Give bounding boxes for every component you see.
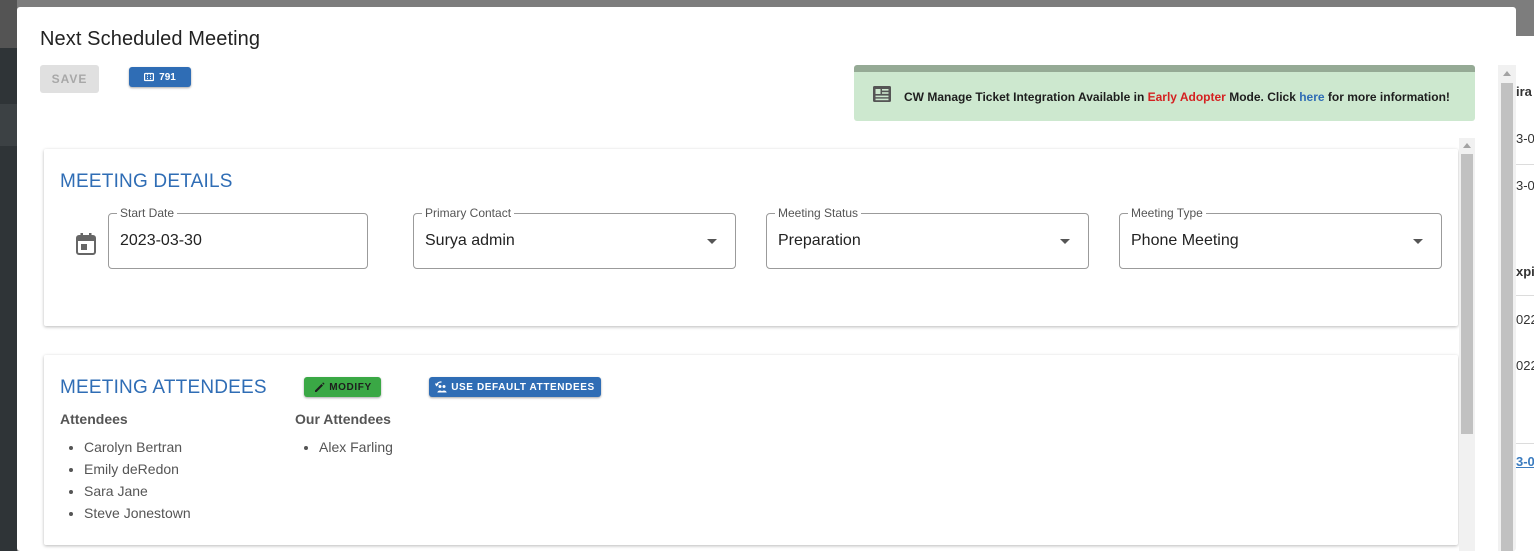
meeting-type-value: Phone Meeting	[1131, 232, 1239, 249]
scrollbar-thumb[interactable]	[1461, 154, 1473, 434]
background-band	[0, 104, 17, 146]
attendees-header: Attendees	[60, 411, 128, 427]
background-link-fragment[interactable]: 3-0	[1516, 454, 1534, 469]
modal-scrollbar[interactable]	[1498, 65, 1516, 551]
banner-text: for more information!	[1324, 90, 1450, 104]
save-button[interactable]: SAVE	[40, 65, 99, 93]
start-date-field[interactable]: Start Date 2023-03-30	[108, 206, 368, 269]
meeting-attendees-title: MEETING ATTENDEES	[60, 377, 267, 398]
primary-contact-select[interactable]: Primary Contact Surya admin	[413, 206, 736, 269]
meeting-modal: Next Scheduled Meeting SAVE 791 CW Manag…	[17, 7, 1516, 551]
start-date-label: Start Date	[117, 206, 178, 220]
meeting-attendees-card: MEETING ATTENDEES MODIFY USE DEFAULT ATT…	[44, 355, 1458, 545]
newspaper-icon	[873, 86, 891, 102]
our-attendees-list: Alex Farling	[295, 436, 393, 458]
chevron-down-icon[interactable]	[1413, 239, 1423, 244]
attendee-item: Emily deRedon	[84, 458, 191, 480]
scroll-up-arrow-icon[interactable]	[1463, 143, 1471, 148]
background-header-fragment: ira	[1516, 84, 1532, 99]
background-row-divider	[1514, 164, 1534, 165]
ticket-button[interactable]: 791	[129, 67, 191, 87]
primary-contact-value: Surya admin	[425, 232, 515, 249]
background-left-panel	[0, 0, 17, 551]
banner-text: Mode. Click	[1225, 90, 1300, 104]
early-adopter-label: Early Adopter	[1147, 90, 1226, 104]
banner-message: CW Manage Ticket Integration Available i…	[904, 90, 1450, 104]
background-band	[0, 0, 17, 48]
background-cell-fragment: 3-0	[1516, 178, 1534, 193]
ticket-count: 791	[159, 71, 176, 83]
pencil-icon	[315, 381, 325, 392]
background-cell-fragment: 022	[1516, 358, 1534, 373]
integration-banner: CW Manage Ticket Integration Available i…	[854, 65, 1475, 121]
meeting-status-value: Preparation	[778, 232, 861, 249]
meeting-status-select[interactable]: Meeting Status Preparation	[766, 206, 1089, 269]
use-default-attendees-button[interactable]: USE DEFAULT ATTENDEES	[429, 377, 601, 397]
banner-text: CW Manage Ticket Integration Available i…	[904, 90, 1148, 104]
background-topbar	[1514, 0, 1534, 36]
chevron-down-icon[interactable]	[1060, 239, 1070, 244]
attendees-list: Carolyn Bertran Emily deRedon Sara Jane …	[60, 436, 191, 524]
meeting-status-label: Meeting Status	[775, 206, 862, 220]
our-attendee-item: Alex Farling	[319, 436, 393, 458]
modal-title: Next Scheduled Meeting	[40, 28, 261, 50]
chevron-down-icon[interactable]	[707, 239, 717, 244]
modify-attendees-button[interactable]: MODIFY	[304, 377, 381, 397]
start-date-value: 2023-03-30	[120, 232, 202, 249]
more-info-link[interactable]: here	[1299, 90, 1324, 104]
meeting-details-card: MEETING DETAILS Start Date 2023-03-30 Pr…	[44, 149, 1458, 326]
background-cell-fragment: 022	[1516, 312, 1534, 327]
scrollbar-thumb[interactable]	[1501, 83, 1513, 551]
background-cell-fragment: 3-0	[1516, 131, 1534, 146]
meeting-type-label: Meeting Type	[1128, 206, 1206, 220]
meeting-details-title: MEETING DETAILS	[60, 171, 233, 192]
background-row-divider	[1514, 443, 1534, 444]
scroll-up-arrow-icon[interactable]	[1503, 71, 1511, 76]
content-scrollbar[interactable]	[1459, 138, 1475, 551]
attendee-item: Sara Jane	[84, 480, 191, 502]
modify-label: MODIFY	[329, 381, 372, 393]
background-row-divider	[1514, 295, 1534, 296]
meeting-type-select[interactable]: Meeting Type Phone Meeting	[1119, 206, 1442, 269]
attendee-item: Carolyn Bertran	[84, 436, 191, 458]
our-attendees-header: Our Attendees	[295, 411, 391, 427]
primary-contact-label: Primary Contact	[422, 206, 515, 220]
use-default-label: USE DEFAULT ATTENDEES	[451, 381, 595, 393]
attendee-item: Steve Jonestown	[84, 502, 191, 524]
background-right-table: ira 3-0 3-0 xpi 022 022 3-0	[1514, 0, 1534, 551]
calendar-icon[interactable]	[76, 233, 96, 255]
people-reset-icon	[435, 380, 447, 392]
ticket-icon	[144, 72, 155, 82]
background-header-fragment: xpi	[1516, 264, 1534, 279]
